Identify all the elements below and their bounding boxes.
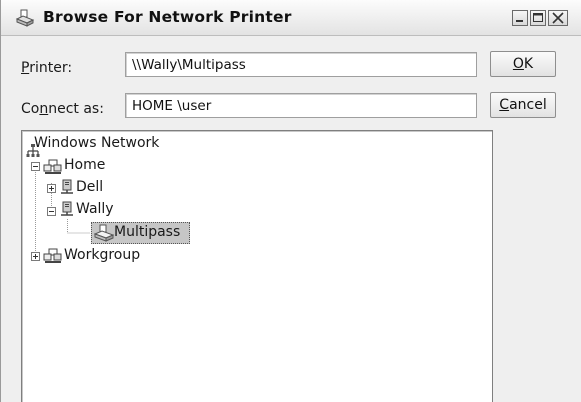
window-title: Browse For Network Printer	[43, 8, 292, 26]
tree-item-dell[interactable]: Dell	[76, 177, 103, 197]
browse-printer-dialog: Browse For Network Printer Printer: OK C…	[0, 0, 581, 402]
printer-icon	[93, 224, 115, 246]
maximize-button[interactable]	[530, 10, 546, 26]
workgroup-expander[interactable]	[31, 252, 40, 261]
printer-field[interactable]	[125, 52, 477, 77]
network-tree[interactable]: Windows Network Home Dell Wally Multipas…	[21, 130, 493, 402]
workgroup-icon	[43, 158, 63, 180]
title-bar[interactable]: Browse For Network Printer	[1, 0, 581, 36]
computer-icon	[60, 179, 74, 201]
minimize-button[interactable]	[512, 10, 528, 26]
printer-label: Printer:	[21, 60, 73, 76]
dell-expander[interactable]	[47, 184, 56, 193]
connect-as-label: Connect as:	[21, 101, 104, 117]
tree-item-workgroup[interactable]: Workgroup	[64, 245, 140, 265]
ok-button[interactable]: OK	[490, 51, 556, 77]
tree-item-wally[interactable]: Wally	[76, 199, 114, 219]
tree-item-home[interactable]: Home	[64, 155, 105, 175]
close-icon	[552, 12, 564, 24]
wally-expander[interactable]	[47, 207, 56, 216]
minimize-icon	[516, 20, 523, 22]
tree-item-multipass[interactable]: Multipass	[114, 222, 180, 242]
cancel-button[interactable]: Cancel	[490, 92, 556, 118]
computer-icon	[60, 201, 74, 223]
close-button[interactable]	[548, 10, 568, 26]
connect-as-field[interactable]	[125, 93, 477, 118]
home-expander[interactable]	[31, 162, 40, 171]
maximize-icon	[533, 13, 543, 22]
printer-icon	[15, 8, 35, 28]
workgroup-icon	[43, 247, 63, 269]
tree-item-windows-network[interactable]: Windows Network	[34, 133, 159, 153]
